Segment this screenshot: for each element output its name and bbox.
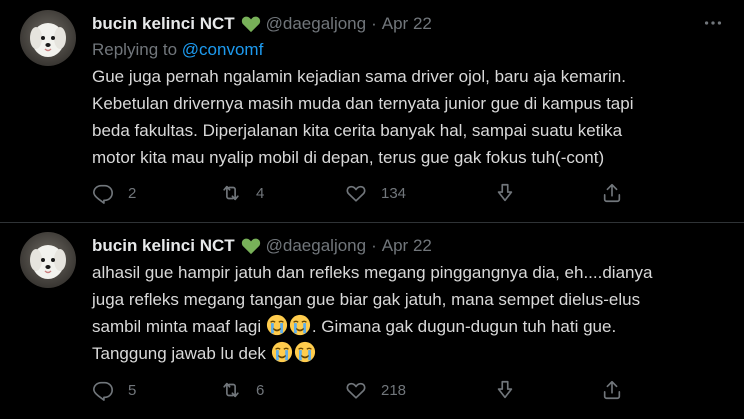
user-handle[interactable]: @daegaljong <box>266 236 366 256</box>
separator-dot: · <box>371 236 377 255</box>
like-button[interactable]: 134 <box>345 181 406 205</box>
reply-button[interactable]: 2 <box>92 181 136 205</box>
tweet-header: bucin kelinci NCT @daegaljong · Apr 22 <box>92 234 432 258</box>
retweet-button[interactable]: 4 <box>220 181 264 205</box>
reply-icon <box>93 184 113 204</box>
like-icon <box>346 185 366 202</box>
tweet-date[interactable]: Apr 22 <box>382 236 432 256</box>
retweet-icon <box>223 382 239 398</box>
dog-avatar-icon <box>30 245 66 279</box>
like-icon <box>346 382 366 399</box>
text-line: alhasil gue hampir jatuh dan refleks meg… <box>92 263 653 282</box>
loudly-crying-face-emoji <box>294 341 315 363</box>
green-heart-icon <box>241 238 260 255</box>
share-button[interactable] <box>601 181 623 205</box>
download-icon <box>497 183 513 202</box>
replying-to: Replying to @convomf <box>92 40 263 60</box>
dog-avatar-icon <box>30 23 66 57</box>
download-button[interactable] <box>494 378 516 402</box>
retweet-count: 6 <box>256 381 265 399</box>
tweet-actions: 2 4 134 <box>92 181 652 205</box>
more-icon[interactable] <box>702 12 724 34</box>
text-line: Tanggung jawab lu dek <box>92 344 266 363</box>
loudly-crying-face-emoji <box>289 314 310 336</box>
text-line: . Gimana gak dugun-dugun tuh hati gue. <box>311 317 617 336</box>
download-button[interactable] <box>494 181 516 205</box>
green-heart-icon <box>241 16 260 33</box>
replying-to-label: Replying to <box>92 40 178 59</box>
share-icon <box>603 183 621 203</box>
loudly-crying-face-emoji <box>271 341 292 363</box>
like-button[interactable]: 218 <box>345 378 406 402</box>
retweet-icon <box>223 185 239 201</box>
avatar[interactable] <box>20 232 76 288</box>
text-line: sambil minta maaf lagi <box>92 317 262 336</box>
download-icon <box>497 380 513 399</box>
like-count: 134 <box>381 184 407 202</box>
tweet[interactable]: bucin kelinci NCT @daegaljong · Apr 22 R… <box>0 0 744 222</box>
display-name[interactable]: bucin kelinci NCT <box>92 236 235 256</box>
user-handle[interactable]: @daegaljong <box>266 14 366 34</box>
text-line: juga refleks megang tangan gue biar gak … <box>92 290 641 309</box>
reply-count: 2 <box>128 184 137 202</box>
reply-icon <box>93 381 113 401</box>
tweet-actions: 5 6 218 <box>92 378 652 402</box>
reply-button[interactable]: 5 <box>92 378 136 402</box>
share-icon <box>603 380 621 400</box>
retweet-button[interactable]: 6 <box>220 378 264 402</box>
tweet-date[interactable]: Apr 22 <box>382 14 432 34</box>
separator-dot: · <box>371 14 377 33</box>
tweet[interactable]: bucin kelinci NCT @daegaljong · Apr 22 a… <box>0 222 744 419</box>
tweet-text: Gue juga pernah ngalamin kejadian sama d… <box>92 67 634 167</box>
tweet-header: bucin kelinci NCT @daegaljong · Apr 22 <box>92 12 432 36</box>
tweet-text: alhasil gue hampir jatuh dan refleks meg… <box>92 259 732 367</box>
loudly-crying-face-emoji <box>266 314 287 336</box>
reply-count: 5 <box>128 381 137 399</box>
display-name[interactable]: bucin kelinci NCT <box>92 14 235 34</box>
retweet-count: 4 <box>256 184 265 202</box>
mention-link[interactable]: @convomf <box>182 40 264 59</box>
share-button[interactable] <box>601 378 623 402</box>
avatar[interactable] <box>20 10 76 66</box>
like-count: 218 <box>381 381 407 399</box>
